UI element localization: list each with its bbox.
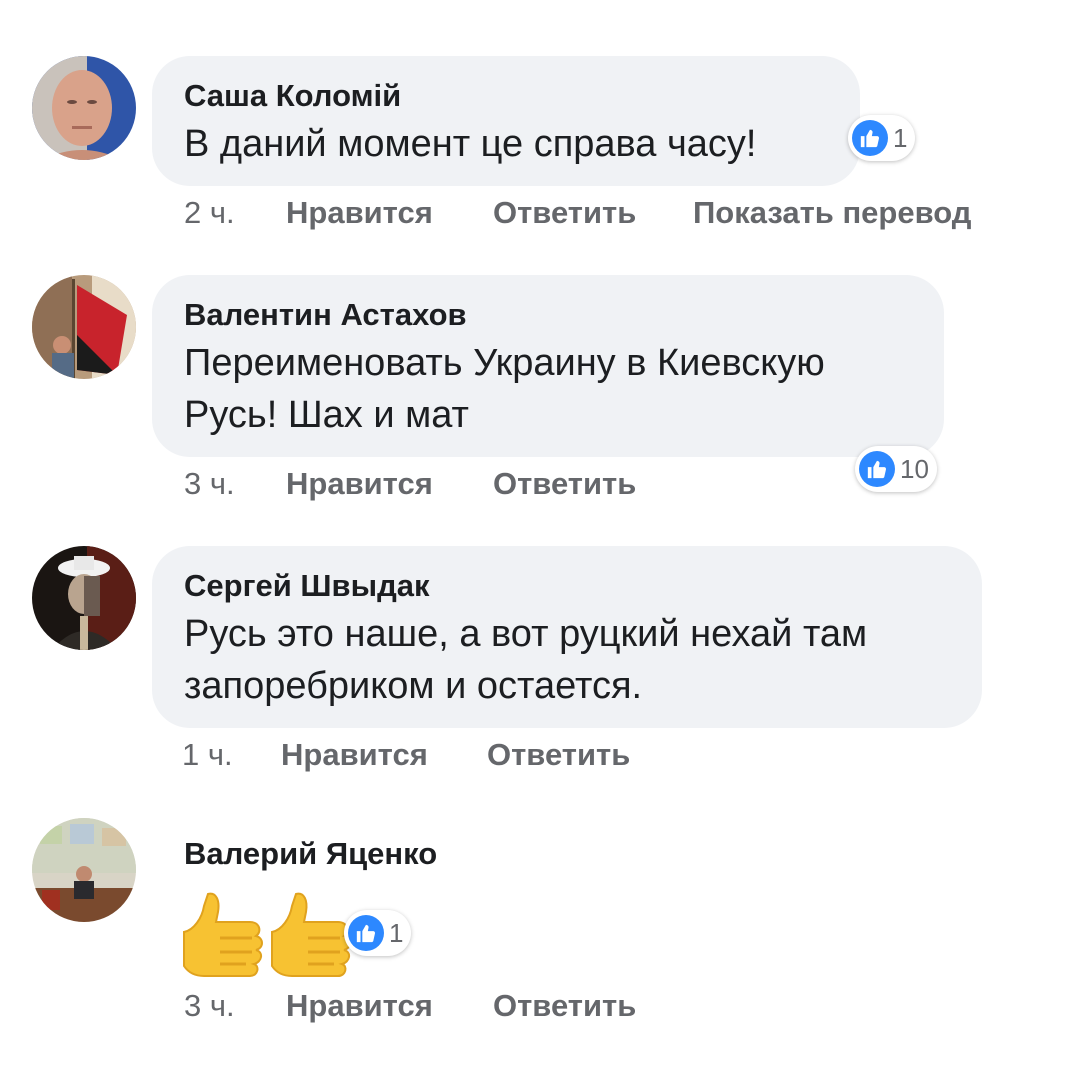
reaction-count: 10: [900, 453, 929, 484]
reaction-badge[interactable]: 1: [344, 910, 412, 956]
thumbs-up-icon: [859, 451, 895, 487]
comment-bubble: Валентин Астахов Переименовать Украину в…: [152, 275, 944, 457]
comment-author[interactable]: Валентин Астахов: [184, 297, 912, 333]
reply-button[interactable]: Ответить: [487, 737, 630, 773]
avatar-photo: [32, 546, 136, 650]
thumbs-up-icon: [348, 915, 384, 951]
reply-button[interactable]: Ответить: [493, 466, 636, 502]
avatar[interactable]: [32, 275, 136, 379]
comment-author[interactable]: Сергей Швыдак: [184, 568, 950, 604]
emoji-content: [180, 888, 360, 985]
reaction-badge[interactable]: 1: [848, 115, 916, 161]
comment-text-line: Русь это наше, а вот руцкий нехай там: [184, 613, 868, 655]
avatar-photo: [32, 818, 136, 922]
like-button[interactable]: Нравится: [286, 466, 433, 502]
thumbs-up-emoji: [183, 892, 263, 977]
reply-button[interactable]: Ответить: [493, 195, 636, 231]
like-button[interactable]: Нравится: [286, 195, 433, 231]
avatar-photo: [32, 275, 136, 379]
reaction-badge[interactable]: 10: [855, 446, 937, 492]
thumbs-up-emoji-pair: [183, 892, 351, 977]
comment-bubble: Сергей Швыдак Русь это наше, а вот руцки…: [152, 546, 982, 728]
comment-author[interactable]: Валерий Яценко: [184, 836, 437, 872]
avatar[interactable]: [32, 546, 136, 650]
comment-text-line: Русь! Шах и мат: [184, 394, 469, 436]
reaction-count: 1: [389, 917, 404, 948]
comment-author[interactable]: Саша Коломій: [184, 78, 828, 114]
timestamp[interactable]: 2 ч.: [184, 195, 235, 231]
show-translation-button[interactable]: Показать перевод: [693, 195, 971, 231]
avatar[interactable]: [32, 56, 136, 160]
comment-bubble: Саша Коломій В даний момент це справа ча…: [152, 56, 860, 186]
reply-button[interactable]: Ответить: [493, 988, 636, 1024]
reaction-count: 1: [893, 122, 908, 153]
comment-text-line: Переименовать Украину в Киевскую: [184, 342, 825, 384]
avatar[interactable]: [32, 818, 136, 922]
comment-text: В даний момент це справа часу!: [184, 123, 757, 165]
timestamp[interactable]: 1 ч.: [182, 737, 233, 773]
thumbs-up-icon: [852, 120, 888, 156]
timestamp[interactable]: 3 ч.: [184, 988, 235, 1024]
comment-text-line: запоребриком и остается.: [184, 665, 643, 707]
like-button[interactable]: Нравится: [281, 737, 428, 773]
avatar-photo: [32, 56, 136, 160]
like-button[interactable]: Нравится: [286, 988, 433, 1024]
thumbs-up-emoji: [271, 892, 351, 977]
timestamp[interactable]: 3 ч.: [184, 466, 235, 502]
